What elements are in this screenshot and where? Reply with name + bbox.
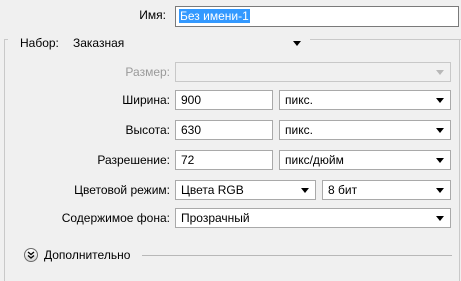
resolution-label: Разрешение: — [97, 153, 170, 167]
chevron-down-icon — [293, 41, 301, 46]
height-input-value: 630 — [181, 123, 202, 137]
chevron-down-icon — [436, 70, 444, 75]
width-input[interactable]: 900 — [175, 90, 273, 110]
advanced-divider — [142, 255, 452, 256]
chevron-down-icon — [436, 188, 444, 193]
resolution-unit-value: пикс/дюйм — [285, 153, 344, 167]
preset-label: Набор: — [20, 36, 59, 50]
background-select[interactable]: Прозрачный — [175, 208, 451, 228]
chevron-down-icon — [436, 98, 444, 103]
background-value: Прозрачный — [181, 211, 250, 225]
height-unit-value: пикс. — [285, 123, 313, 137]
preset-group-border-right — [459, 39, 460, 281]
width-input-value: 900 — [181, 93, 202, 107]
chevron-down-icon — [436, 128, 444, 133]
color-mode-value: Цвета RGB — [181, 183, 244, 197]
name-label: Имя: — [139, 8, 166, 22]
bit-depth-value: 8 бит — [328, 183, 358, 197]
expand-advanced-button[interactable] — [24, 248, 38, 262]
name-input[interactable]: Без имени-1 — [175, 6, 459, 27]
resolution-input-value: 72 — [181, 153, 195, 167]
chevron-down-icon — [436, 158, 444, 163]
preset-select[interactable]: Заказная — [70, 33, 308, 53]
resolution-input[interactable]: 72 — [175, 150, 273, 170]
chevron-down-icon — [436, 216, 444, 221]
size-label: Размер: — [125, 65, 170, 79]
height-unit-select[interactable]: пикс. — [279, 120, 451, 140]
double-chevron-down-icon — [27, 251, 35, 259]
width-unit-select[interactable]: пикс. — [279, 90, 451, 110]
bit-depth-select[interactable]: 8 бит — [322, 180, 451, 200]
chevron-down-icon — [301, 188, 309, 193]
width-unit-value: пикс. — [285, 93, 313, 107]
width-label: Ширина: — [122, 93, 170, 107]
preset-group-border-top-right — [310, 39, 461, 40]
preset-select-value: Заказная — [73, 36, 125, 50]
preset-group-border-left — [4, 39, 5, 281]
color-mode-select[interactable]: Цвета RGB — [175, 180, 316, 200]
height-label: Высота: — [125, 123, 170, 137]
name-input-value: Без имени-1 — [179, 9, 250, 23]
height-input[interactable]: 630 — [175, 120, 273, 140]
background-label: Содержимое фона: — [61, 211, 170, 225]
color-mode-label: Цветовой режим: — [74, 183, 170, 197]
size-select — [175, 62, 451, 82]
resolution-unit-select[interactable]: пикс/дюйм — [279, 150, 451, 170]
advanced-label[interactable]: Дополнительно — [44, 245, 130, 265]
